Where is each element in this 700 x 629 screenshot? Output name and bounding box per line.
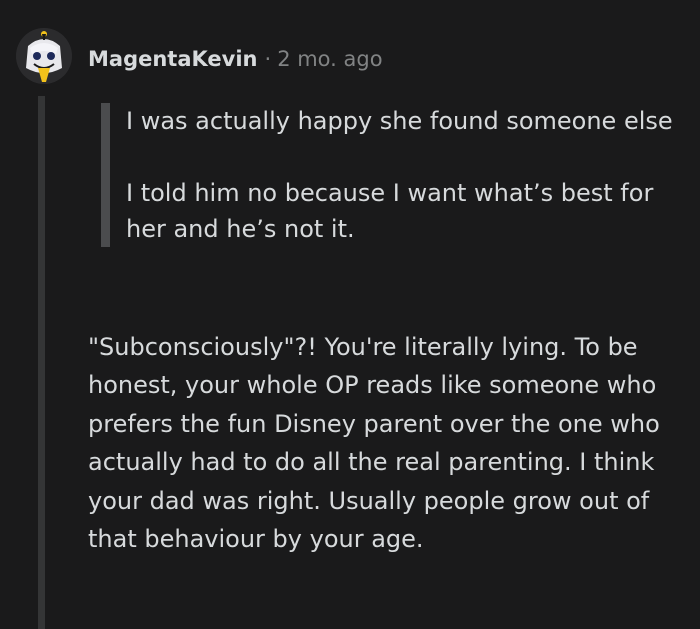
quote-paragraph: I was actually happy she found someone e… [126,107,673,135]
comment: MagentaKevin · 2 mo. ago I was actually ha… [0,0,700,629]
username-link[interactable]: MagentaKevin [88,47,258,71]
comment-body: "Subconsciously"?! You're literally lyin… [88,333,660,554]
quoted-text: I was actually happy she found someone e… [101,103,686,247]
thread-collapse-line[interactable] [38,96,45,629]
comment-header: MagentaKevin · 2 mo. ago [88,44,383,74]
avatar-character-icon [16,28,72,84]
user-avatar[interactable] [16,28,72,84]
meta-separator: · [264,47,272,71]
comment-timestamp[interactable]: 2 mo. ago [277,47,382,71]
quote-paragraph: I told him no because I want what’s best… [126,179,654,243]
